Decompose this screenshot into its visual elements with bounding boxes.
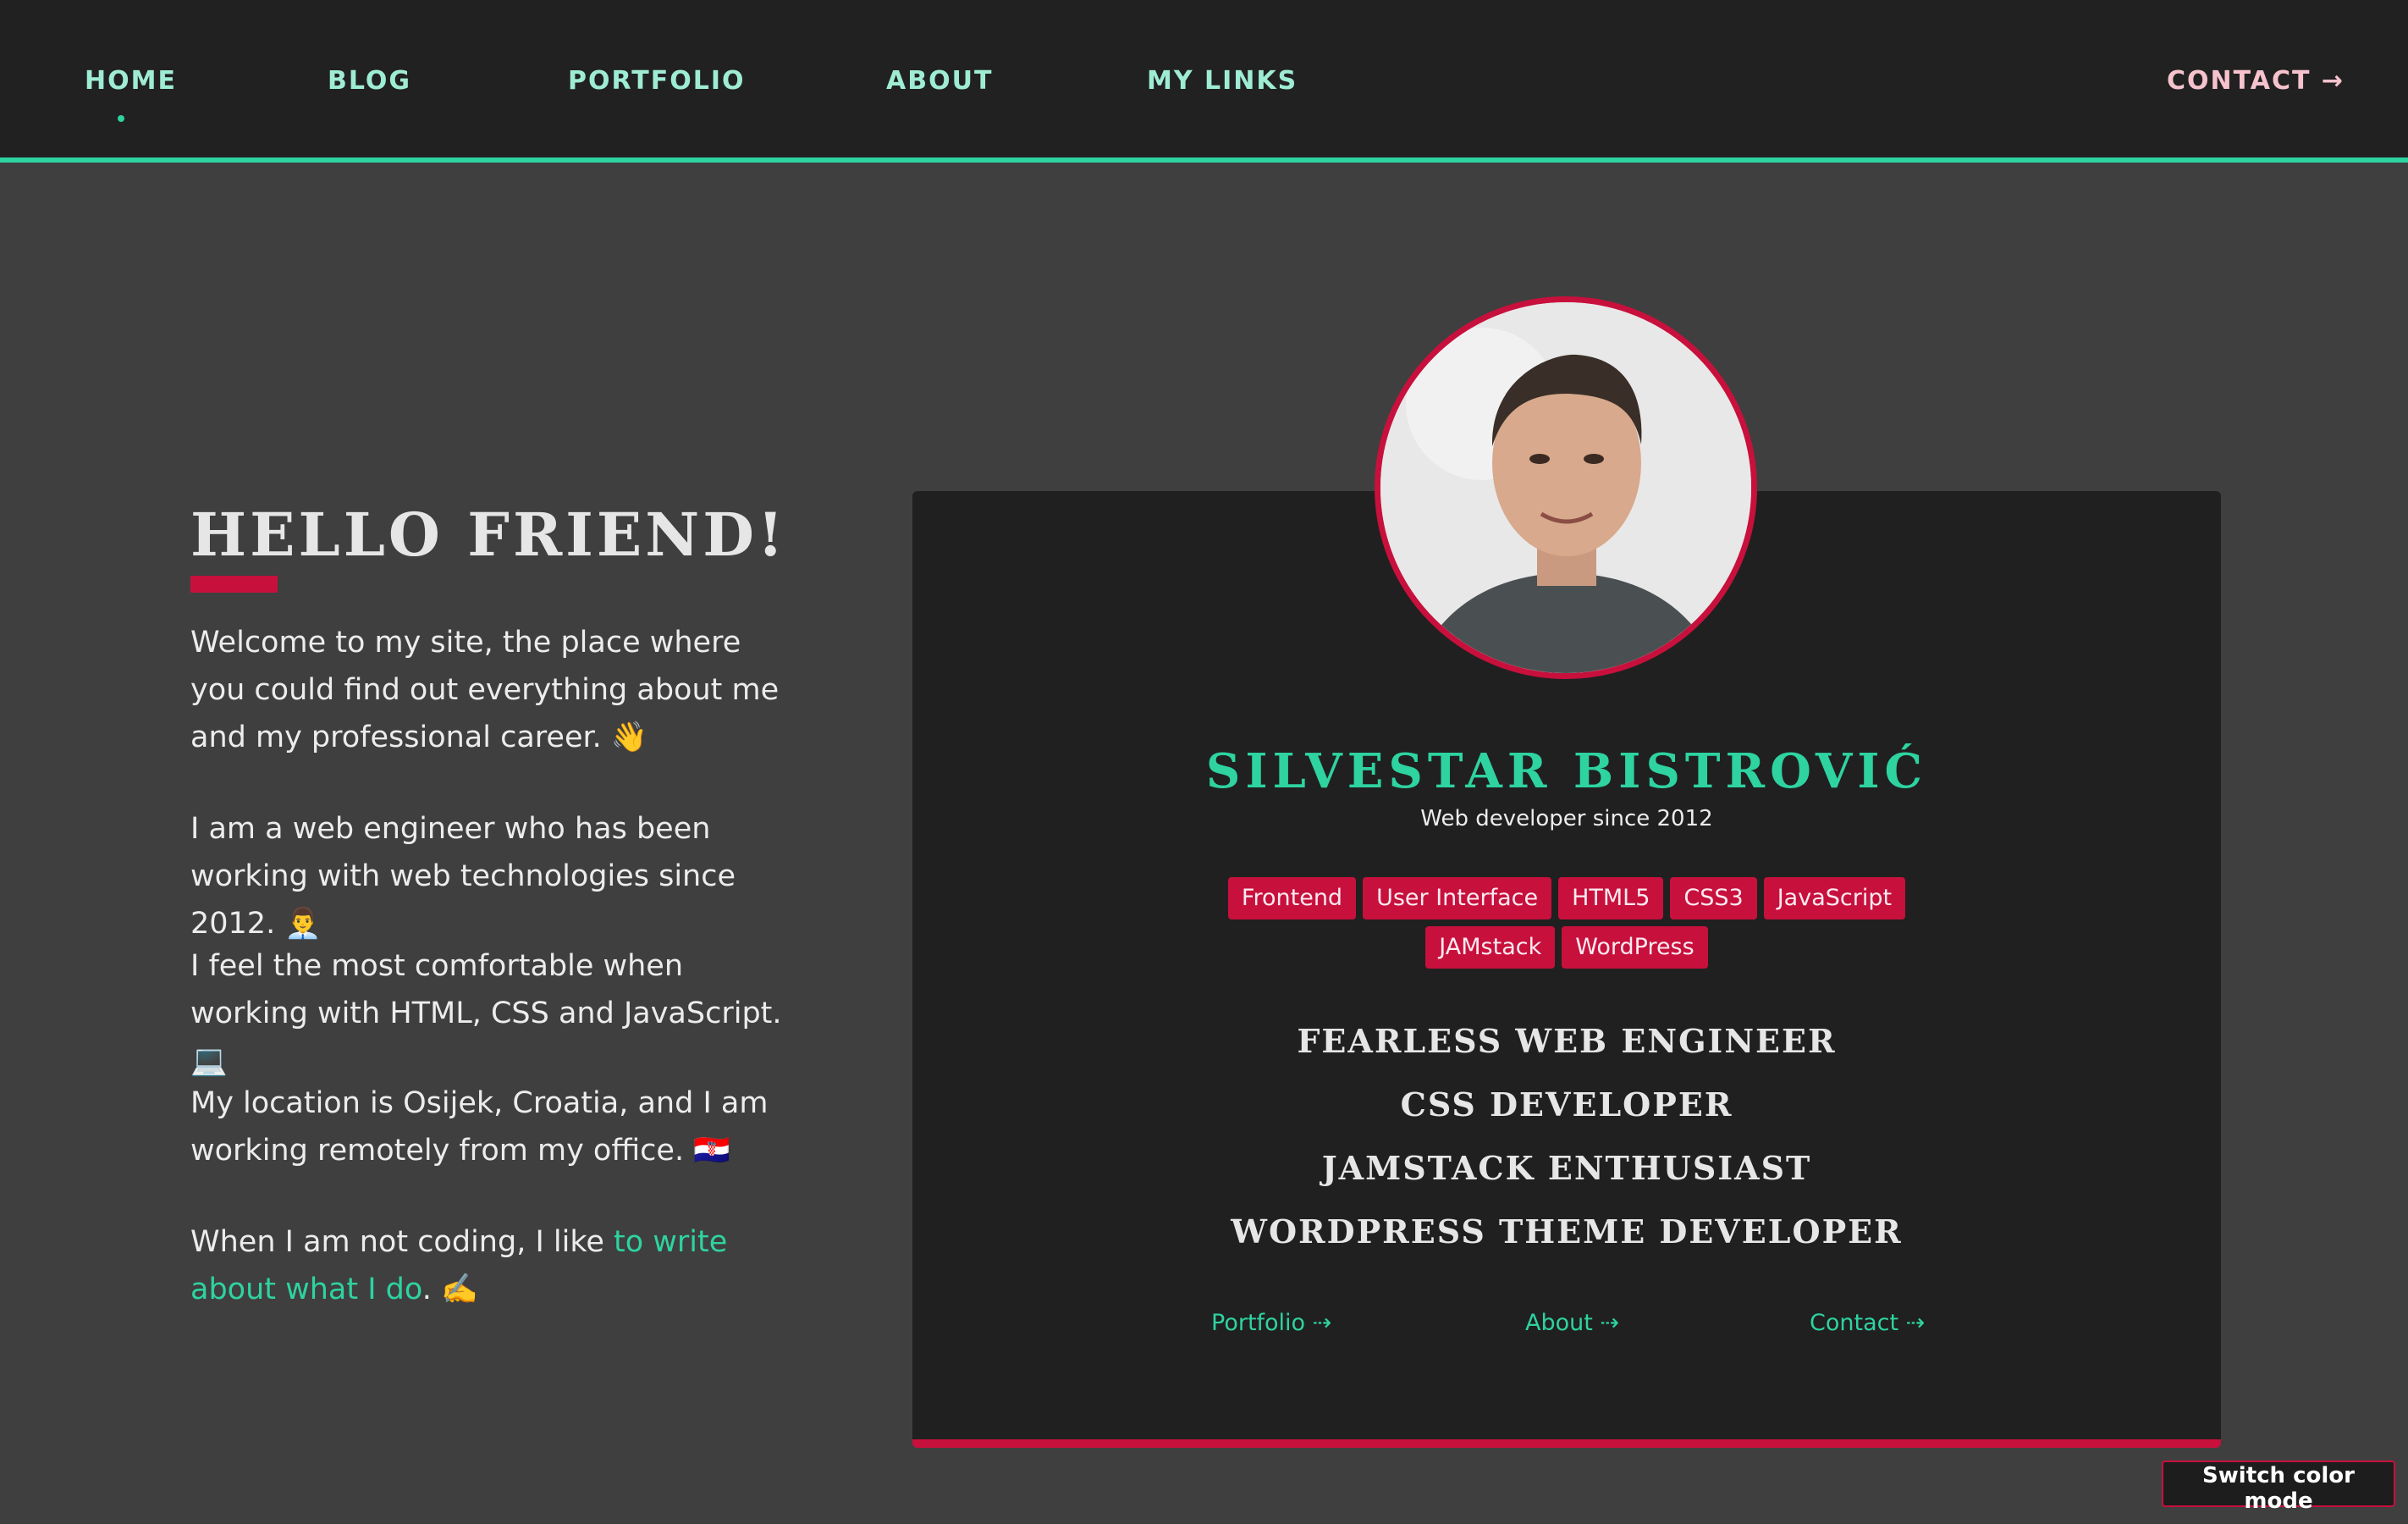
intro-paragraph-welcome: Welcome to my site, the place where you …	[190, 626, 780, 754]
intro-paragraph-location: My location is Osijek, Croatia, and I am…	[190, 1086, 769, 1168]
nav-blog[interactable]: BLOG	[328, 66, 411, 96]
skill-tags: Frontend User Interface HTML5 CSS3 JavaS…	[1210, 877, 1923, 969]
card-contact-link[interactable]: Contact ⇢	[1810, 1310, 1925, 1336]
profile-name: SILVESTAR BISTROVIĆ	[1205, 743, 1928, 799]
writing-text-suffix: . ✍️	[422, 1273, 478, 1306]
profile-subtitle: Web developer since 2012	[1420, 806, 1713, 831]
intro-paragraph-experience: I am a web engineer who has been working…	[190, 812, 736, 941]
tag-css3: CSS3	[1670, 877, 1757, 919]
card-portfolio-link[interactable]: Portfolio ⇢	[1211, 1310, 1331, 1336]
intro-paragraph-writing: When I am not coding, I like to write ab…	[190, 1218, 774, 1313]
nav-my-links[interactable]: MY LINKS	[1147, 66, 1298, 96]
tag-wordpress: WordPress	[1562, 926, 1708, 969]
role-list: Fearless web engineer CSS developer JAMs…	[912, 1009, 2221, 1263]
tag-html5: HTML5	[1558, 877, 1664, 919]
switch-color-mode-button[interactable]: Switch color mode	[2162, 1460, 2395, 1514]
tag-jamstack: JAMstack	[1425, 926, 1556, 969]
role-item: WordPress theme developer	[1231, 1212, 1903, 1251]
intro-paragraph-skills: I feel the most comfortable when working…	[190, 949, 782, 1078]
card-about-link[interactable]: About ⇢	[1525, 1310, 1619, 1336]
writing-text-prefix: When I am not coding, I like	[190, 1225, 614, 1259]
nav-active-indicator	[118, 115, 124, 122]
nav-contact[interactable]: CONTACT →	[2167, 66, 2345, 96]
nav-portfolio[interactable]: PORTFOLIO	[568, 66, 745, 96]
title-underline	[190, 576, 278, 593]
site-header: HOME BLOG PORTFOLIO ABOUT MY LINKS CONTA…	[0, 0, 2408, 163]
tag-user-interface: User Interface	[1363, 877, 1552, 919]
tag-frontend: Frontend	[1227, 877, 1357, 919]
nav-about[interactable]: ABOUT	[886, 66, 993, 96]
role-item: CSS developer	[1400, 1085, 1733, 1124]
avatar	[1375, 296, 1757, 679]
avatar-portrait-icon	[1380, 302, 1751, 673]
role-item: JAMstack enthusiast	[1321, 1149, 1812, 1187]
tag-javascript: JavaScript	[1763, 877, 1906, 919]
nav-home[interactable]: HOME	[85, 66, 177, 96]
page-title: HELLO FRIEND!	[190, 500, 787, 570]
role-item: Fearless web engineer	[1297, 1022, 1837, 1060]
